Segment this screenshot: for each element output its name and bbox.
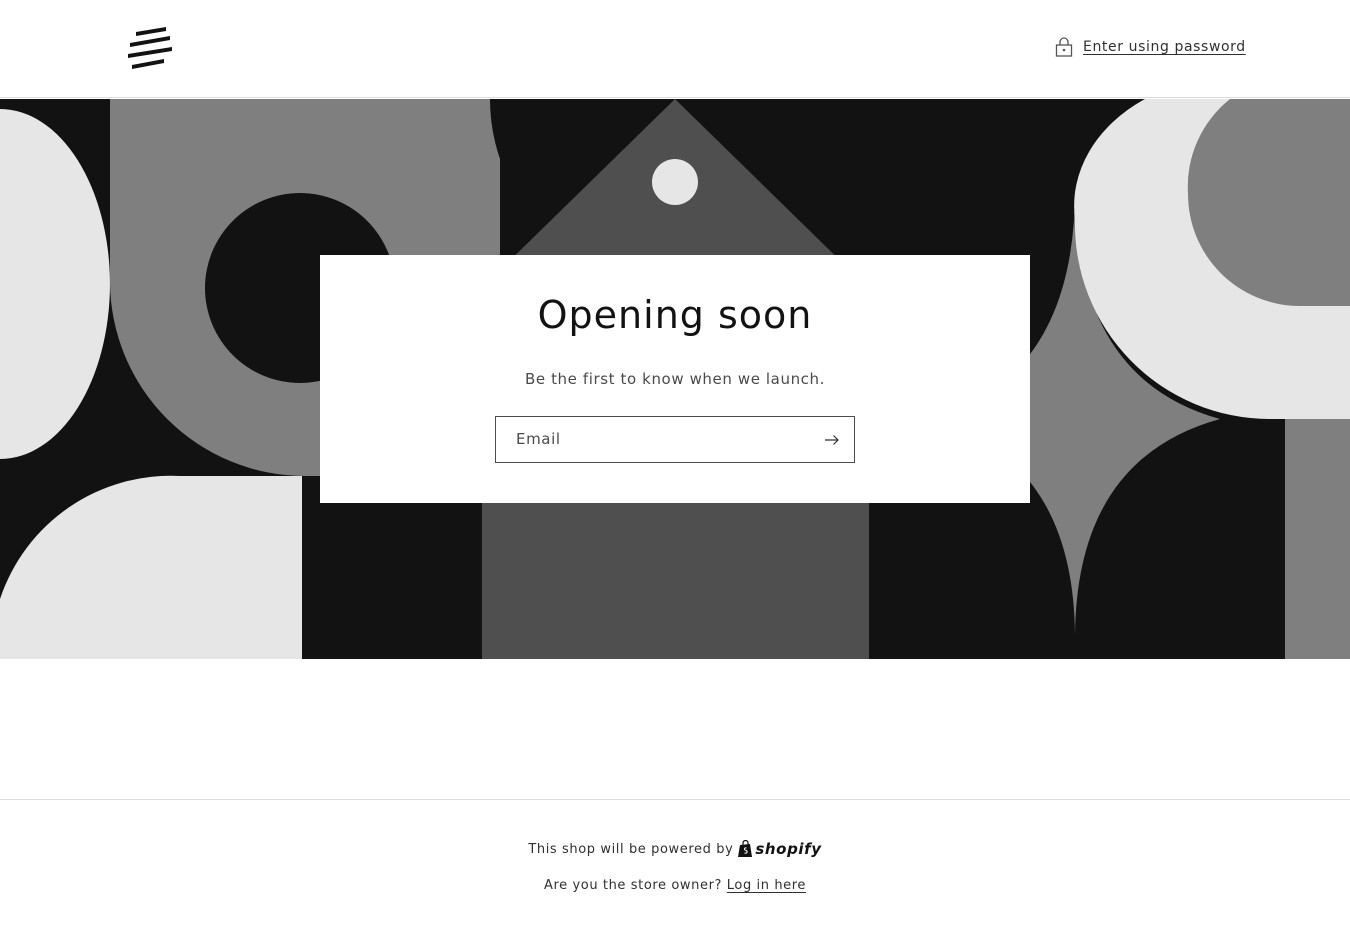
arrow-right-icon bbox=[825, 434, 839, 445]
email-placeholder: Email bbox=[516, 430, 561, 448]
shopify-wordmark: shopify bbox=[755, 840, 822, 858]
shopify-logo[interactable]: shopify bbox=[738, 840, 821, 858]
subscribe-button[interactable] bbox=[810, 417, 854, 462]
owner-question: Are you the store owner? bbox=[543, 878, 723, 893]
signup-card: Opening soon Be the first to know when w… bbox=[320, 255, 1030, 503]
shopify-bag-icon bbox=[738, 840, 753, 857]
login-link[interactable]: Log in here bbox=[727, 878, 806, 893]
site-header: Enter using password bbox=[0, 0, 1350, 98]
store-logo[interactable] bbox=[126, 26, 174, 70]
email-field[interactable]: Email bbox=[495, 416, 855, 463]
page-title: Opening soon bbox=[537, 293, 813, 337]
store-owner-line: Are you the store owner? Log in here bbox=[0, 878, 1350, 893]
stripes-logo-icon bbox=[128, 27, 172, 69]
site-footer: This shop will be powered by shopify Are… bbox=[0, 799, 1350, 940]
enter-password-link[interactable]: Enter using password bbox=[1055, 35, 1246, 59]
page-subtitle: Be the first to know when we launch. bbox=[524, 370, 826, 388]
enter-password-label: Enter using password bbox=[1083, 39, 1246, 55]
powered-by: This shop will be powered by shopify bbox=[0, 840, 1350, 858]
powered-by-text: This shop will be powered by bbox=[528, 841, 734, 857]
lock-icon bbox=[1055, 37, 1073, 57]
